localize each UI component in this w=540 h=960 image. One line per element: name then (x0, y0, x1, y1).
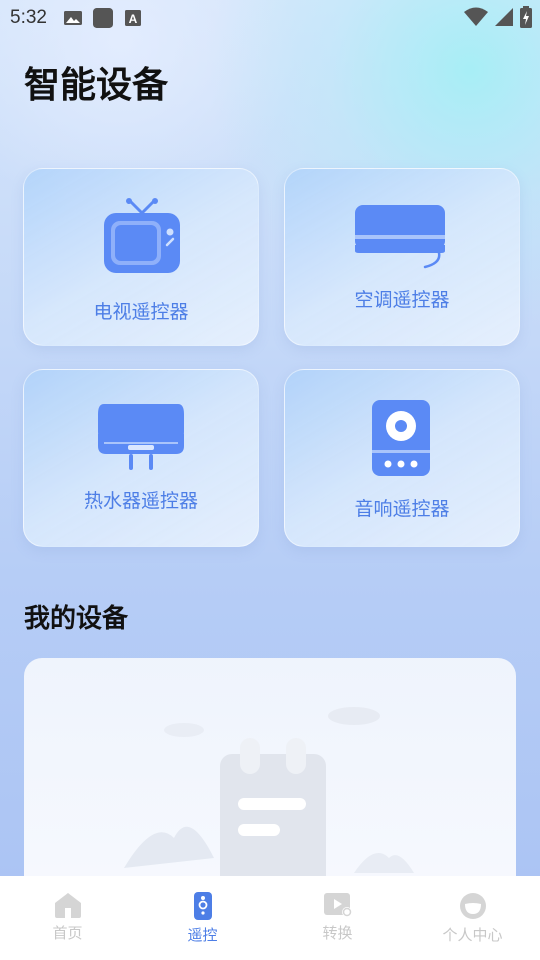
nav-item-home[interactable]: 首页 (0, 892, 135, 943)
status-left-icons: A (63, 8, 143, 28)
nav-label-profile: 个人中心 (442, 926, 503, 944)
status-bar: 5:32 A (0, 0, 540, 36)
cell-signal-icon (495, 8, 513, 26)
air-conditioner-icon (355, 205, 445, 269)
section-title-my-devices: 我的设备 (24, 604, 129, 634)
speaker-icon (372, 400, 430, 476)
tv-remote-card[interactable]: 电视遥控器 (23, 168, 259, 346)
profile-icon (459, 893, 486, 919)
status-time: 5:32 (10, 7, 47, 28)
nav-label-convert: 转换 (322, 924, 353, 942)
home-icon (54, 893, 81, 918)
water-heater-remote-label: 热水器遥控器 (83, 490, 198, 512)
wifi-icon (464, 7, 488, 26)
font-a-icon: A (124, 10, 141, 26)
tv-remote-label: 电视遥控器 (93, 301, 189, 323)
nav-item-convert[interactable]: 转换 (270, 892, 405, 943)
tv-icon (104, 198, 180, 273)
bottom-nav: 首页 遥控 转换 个人中心 (0, 876, 540, 960)
app-square-icon (92, 8, 113, 28)
speaker-remote-label: 音响遥控器 (354, 498, 450, 520)
nav-label-home: 首页 (52, 924, 83, 942)
speaker-remote-card[interactable]: 音响遥控器 (284, 369, 520, 547)
svg-text:A: A (129, 12, 138, 26)
nav-item-remote[interactable]: 遥控 (135, 892, 270, 945)
water-heater-remote-card[interactable]: 热水器遥控器 (23, 369, 259, 547)
convert-icon (323, 893, 352, 917)
water-heater-icon (98, 404, 184, 470)
image-icon (63, 11, 82, 25)
battery-charging-icon (520, 6, 532, 28)
ac-remote-label: 空调遥控器 (354, 289, 450, 311)
my-devices-panel (24, 658, 516, 898)
ac-remote-card[interactable]: 空调遥控器 (284, 168, 520, 346)
status-right-icons (464, 6, 532, 28)
nav-item-profile[interactable]: 个人中心 (405, 892, 540, 945)
empty-notepad-icon (220, 738, 326, 898)
nav-label-remote: 遥控 (187, 926, 218, 944)
remote-icon (193, 892, 212, 920)
page-title: 智能设备 (24, 65, 169, 106)
